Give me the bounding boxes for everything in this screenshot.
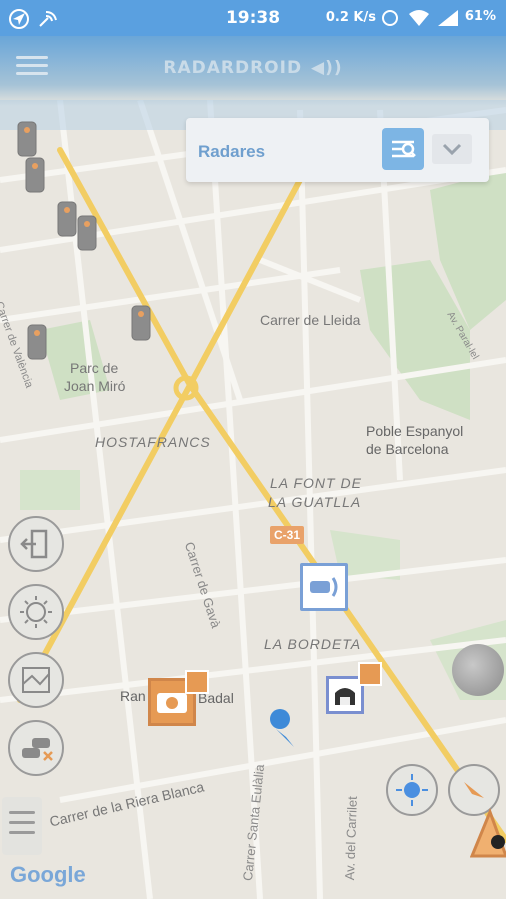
day-night-button[interactable] <box>8 584 64 640</box>
network-speed: 0.2 K/s <box>325 10 376 25</box>
user-location-marker <box>270 709 294 747</box>
google-logo: Google <box>10 862 86 888</box>
radar-marker-fixed[interactable] <box>300 563 348 611</box>
crosshair-icon <box>396 774 428 806</box>
google-logo-text: Google <box>10 862 86 887</box>
traffic-cars-icon <box>22 738 53 761</box>
sound-wave-icon: ◀)) <box>311 58 343 78</box>
app-bar: RADARDROID ◀)) <box>0 36 506 106</box>
status-time: 19:38 <box>225 8 281 28</box>
my-location-button[interactable] <box>386 764 438 816</box>
app-title: RADARDROID ◀)) <box>0 58 506 78</box>
list-search-icon <box>392 140 416 158</box>
tunnel-icon <box>335 688 355 705</box>
status-bar: 19:38 0.2 K/s 61% <box>0 0 506 36</box>
map-view-button[interactable] <box>8 652 64 708</box>
warning-triangle-icon <box>470 807 506 858</box>
battery-level: 61% <box>464 9 496 24</box>
menu-list-button[interactable] <box>2 797 42 855</box>
radar-type-dropdown[interactable]: Radares <box>186 118 489 182</box>
traffic-button[interactable] <box>8 720 64 776</box>
speed-camera-icon <box>310 577 338 597</box>
wifi-icon <box>409 10 429 26</box>
badge-orange-small <box>185 670 209 694</box>
map-icon <box>22 667 50 693</box>
dropdown-selected-label: Radares <box>198 142 266 161</box>
sun-moon-icon <box>20 596 52 628</box>
badge-orange-small-2 <box>358 662 382 686</box>
signal-icon <box>438 10 458 26</box>
dropdown-toggle[interactable] <box>432 134 472 164</box>
exit-door-icon <box>20 529 48 559</box>
sync-status-icon <box>382 10 398 26</box>
compass-button[interactable] <box>452 644 504 696</box>
chevron-down-icon <box>442 143 462 156</box>
exit-button[interactable] <box>8 516 64 572</box>
list-filter-button[interactable] <box>382 128 424 170</box>
app-title-text: RADARDROID <box>163 58 303 78</box>
